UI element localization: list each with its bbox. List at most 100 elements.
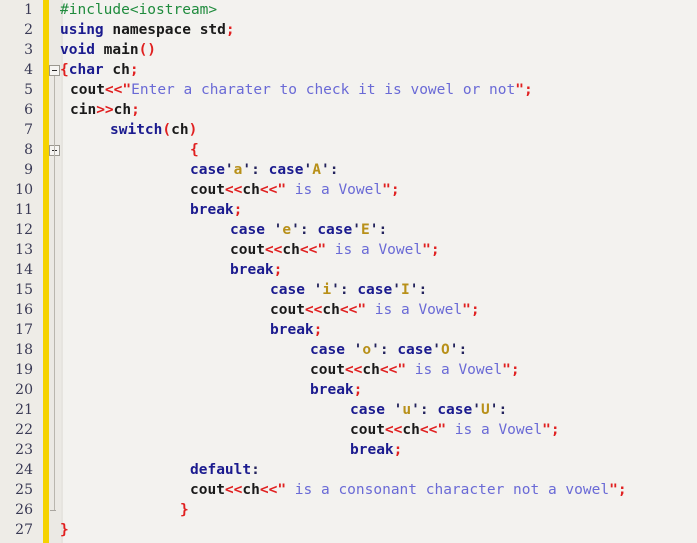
code-text[interactable]: } bbox=[180, 500, 189, 520]
code-line[interactable]: 15 case 'i': case'I': bbox=[0, 280, 697, 300]
token-punc: << bbox=[224, 482, 243, 498]
token-id: ch bbox=[113, 102, 132, 118]
code-line[interactable]: 14 break; bbox=[0, 260, 697, 280]
code-line[interactable]: 12 case 'e': case'E': bbox=[0, 220, 697, 240]
code-line[interactable]: 4 {char ch; bbox=[0, 60, 697, 80]
code-editor[interactable]: 1 #include<iostream> 2 using namespace std;… bbox=[0, 0, 697, 543]
code-text[interactable]: case'a': case'A': bbox=[190, 160, 338, 180]
code-line[interactable]: 20 break; bbox=[0, 380, 697, 400]
code-text[interactable]: break; bbox=[270, 320, 322, 340]
code-text[interactable]: break; bbox=[310, 380, 362, 400]
token-id: ch bbox=[402, 422, 420, 438]
code-text[interactable]: #include<iostream> bbox=[60, 0, 217, 20]
code-line[interactable]: 10 cout<<ch<<" is a Vowel"; bbox=[0, 180, 697, 200]
code-line[interactable]: 25 cout<<ch<<" is a consonant character n… bbox=[0, 480, 697, 500]
code-line[interactable]: 13 cout<<ch<<" is a Vowel"; bbox=[0, 240, 697, 260]
code-text[interactable]: case 'i': case'I': bbox=[270, 280, 427, 300]
token-id bbox=[265, 222, 274, 238]
token-kw: case bbox=[268, 162, 304, 178]
code-text[interactable]: cout<<ch<<" is a Vowel"; bbox=[310, 360, 520, 380]
code-line[interactable]: 23 break; bbox=[0, 440, 697, 460]
code-line[interactable]: 16 cout<<ch<<" is a Vowel"; bbox=[0, 300, 697, 320]
code-text[interactable]: cout<<ch<<" is a consonant character not… bbox=[190, 480, 627, 500]
token-id: ch bbox=[362, 362, 380, 378]
token-punc: ; bbox=[550, 422, 560, 438]
token-chr: I bbox=[400, 282, 410, 298]
code-text[interactable]: {char ch; bbox=[60, 60, 139, 80]
code-text[interactable]: void main() bbox=[60, 40, 156, 60]
token-chrq: ' bbox=[371, 342, 380, 358]
code-text[interactable]: cout<<"Enter a charater to check it is v… bbox=[70, 80, 533, 100]
code-text[interactable]: break; bbox=[230, 260, 282, 280]
code-line[interactable]: 8{ bbox=[0, 140, 697, 160]
token-punc: << bbox=[419, 422, 438, 438]
code-text[interactable]: } bbox=[60, 520, 69, 540]
line-number: 12 bbox=[15, 222, 33, 238]
token-str: is a Vowel bbox=[406, 362, 503, 378]
code-line[interactable]: 17 break; bbox=[0, 320, 697, 340]
code-line[interactable]: 26} bbox=[0, 500, 697, 520]
code-text[interactable]: switch(ch) bbox=[110, 120, 197, 140]
code-line[interactable]: 9 case'a': case'A': bbox=[0, 160, 697, 180]
code-line[interactable]: 27} bbox=[0, 520, 697, 540]
code-text[interactable]: case 'u': case'U': bbox=[350, 400, 507, 420]
token-chrq: ' bbox=[352, 222, 361, 238]
code-text[interactable]: break; bbox=[190, 200, 242, 220]
line-number: 8 bbox=[24, 142, 33, 158]
token-punc: << bbox=[224, 182, 243, 198]
line-number: 11 bbox=[15, 202, 33, 218]
code-line[interactable]: 5 cout<<"Enter a charater to check it is … bbox=[0, 80, 697, 100]
token-chr: u bbox=[402, 402, 412, 418]
code-line[interactable]: 3 void main() bbox=[0, 40, 697, 60]
line-number: 23 bbox=[15, 442, 33, 458]
token-kw: case bbox=[317, 222, 353, 238]
token-punc: ; bbox=[470, 302, 480, 318]
token-col: : bbox=[251, 162, 269, 178]
line-number: 27 bbox=[15, 522, 33, 538]
code-text[interactable]: break; bbox=[350, 440, 402, 460]
code-line[interactable]: 11 break; bbox=[0, 200, 697, 220]
token-id: ch bbox=[322, 302, 340, 318]
token-kw: char bbox=[68, 62, 104, 78]
code-line[interactable]: 1 #include<iostream> bbox=[0, 0, 697, 20]
code-line[interactable]: 21 case 'u': case'U': bbox=[0, 400, 697, 420]
token-kw: case bbox=[350, 402, 385, 418]
code-text[interactable]: cout<<ch<<" is a Vowel"; bbox=[190, 180, 400, 200]
code-line[interactable]: 2 using namespace std; bbox=[0, 20, 697, 40]
token-kw: case bbox=[310, 342, 345, 358]
line-number: 26 bbox=[15, 502, 33, 518]
line-number: 18 bbox=[15, 342, 33, 358]
code-line[interactable]: 18 case 'o': case'O': bbox=[0, 340, 697, 360]
token-punc: << bbox=[304, 302, 323, 318]
token-kw: case bbox=[357, 282, 393, 298]
code-line[interactable]: 7 switch(ch) bbox=[0, 120, 697, 140]
code-text[interactable]: cin>>ch; bbox=[70, 100, 140, 120]
line-number: 13 bbox=[15, 242, 33, 258]
code-text[interactable]: case 'o': case'O': bbox=[310, 340, 467, 360]
line-number: 15 bbox=[15, 282, 33, 298]
code-text[interactable]: case 'e': case'E': bbox=[230, 220, 387, 240]
code-text[interactable]: default: bbox=[190, 460, 260, 480]
code-lines[interactable]: 1 #include<iostream> 2 using namespace std;… bbox=[0, 0, 697, 543]
token-id: cout bbox=[190, 182, 225, 198]
code-line[interactable]: 19 cout<<ch<<" is a Vowel"; bbox=[0, 360, 697, 380]
line-number: 10 bbox=[15, 182, 33, 198]
code-text[interactable]: using namespace std; bbox=[60, 20, 235, 40]
code-line[interactable]: 24 default: bbox=[0, 460, 697, 480]
code-text[interactable]: cout<<ch<<" is a Vowel"; bbox=[230, 240, 440, 260]
token-punc: << bbox=[299, 242, 318, 258]
token-punc: { bbox=[60, 62, 69, 78]
token-id: cout bbox=[270, 302, 305, 318]
token-strq: " bbox=[397, 362, 407, 378]
token-chr: i bbox=[322, 282, 332, 298]
token-id: namespace bbox=[103, 22, 191, 38]
code-text[interactable]: cout<<ch<<" is a Vowel"; bbox=[350, 420, 560, 440]
token-id: std bbox=[190, 22, 226, 38]
code-line[interactable]: 6 cin>>ch; bbox=[0, 100, 697, 120]
token-punc: ; bbox=[131, 102, 140, 118]
token-chrq: ' bbox=[303, 162, 313, 178]
code-line[interactable]: 22 cout<<ch<<" is a Vowel"; bbox=[0, 420, 697, 440]
line-number: 1 bbox=[24, 2, 33, 18]
code-text[interactable]: cout<<ch<<" is a Vowel"; bbox=[270, 300, 480, 320]
code-text[interactable]: { bbox=[190, 140, 199, 160]
